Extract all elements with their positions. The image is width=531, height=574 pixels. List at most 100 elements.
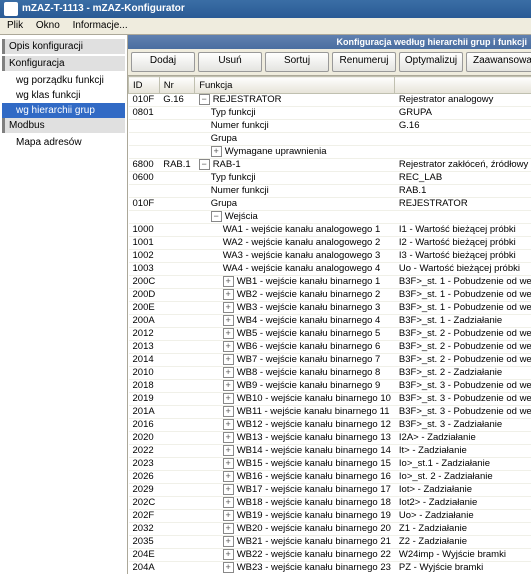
sidebar-item-mapa[interactable]: Mapa adresów [2,135,125,150]
grid-row[interactable]: 200C+WB1 - wejście kanału binarnego 1B3F… [129,276,531,289]
cell-id: 204E [129,549,160,562]
sidebar-head-opis[interactable]: Opis konfiguracji [2,39,125,54]
grid-row[interactable]: Numer funkcjiG.16 [129,120,531,133]
sidebar-head-modbus[interactable]: Modbus [2,118,125,133]
grid-row[interactable]: 1003WA4 - wejście kanału analogowego 4Uo… [129,263,531,276]
expand-icon[interactable]: + [223,367,234,378]
expand-icon[interactable]: + [223,406,234,417]
expand-icon[interactable]: + [223,497,234,508]
btn-optymalizuj[interactable]: Optymalizuj [399,52,463,72]
grid-row[interactable]: 2016+WB12 - wejście kanału binarnego 12B… [129,419,531,432]
expand-icon[interactable]: + [223,380,234,391]
grid-row[interactable]: 1001WA2 - wejście kanału analogowego 2I2… [129,237,531,250]
grid-row[interactable]: 2018+WB9 - wejście kanału binarnego 9B3F… [129,380,531,393]
btn-usun[interactable]: Usuń [198,52,262,72]
grid-row[interactable]: 200D+WB2 - wejście kanału binarnego 2B3F… [129,289,531,302]
col-header-id[interactable]: ID [129,77,160,94]
cell-id: 2023 [129,458,160,471]
grid-row[interactable]: 200A+WB4 - wejście kanału binarnego 4B3F… [129,315,531,328]
expand-icon[interactable]: + [223,523,234,534]
expand-icon[interactable]: + [223,549,234,560]
cell-funkcja-text: WB10 - wejście kanału binarnego 10 [237,393,391,404]
btn-renumeruj[interactable]: Renumeruj [332,52,396,72]
grid-row[interactable]: 2019+WB10 - wejście kanału binarnego 10B… [129,393,531,406]
expand-icon[interactable]: + [223,302,234,313]
grid-row[interactable]: 2026+WB16 - wejście kanału binarnego 16I… [129,471,531,484]
menu-okno[interactable]: Okno [31,18,65,34]
cell-funkcja: +WB9 - wejście kanału binarnego 9 [195,380,395,393]
expand-icon[interactable]: + [223,393,234,404]
expand-icon[interactable]: + [223,276,234,287]
grid-row[interactable]: 2032+WB20 - wejście kanału binarnego 20Z… [129,523,531,536]
tree-grid[interactable]: ID Nr Funkcja 010FG.16−REJESTRATORRejest… [128,76,531,574]
grid-row[interactable]: 2022+WB14 - wejście kanału binarnego 14I… [129,445,531,458]
cell-extra: I1 - Wartość bieżącej próbki [395,224,531,237]
cell-funkcja-text: WB13 - wejście kanału binarnego 13 [237,432,391,443]
sidebar-item-klas[interactable]: wg klas funkcji [2,88,125,103]
grid-row[interactable]: 202F+WB19 - wejście kanału binarnego 19U… [129,510,531,523]
grid-row[interactable]: 2012+WB5 - wejście kanału binarnego 5B3F… [129,328,531,341]
cell-id [129,120,160,133]
expand-icon[interactable]: + [223,354,234,365]
grid-row[interactable]: 201A+WB11 - wejście kanału binarnego 11B… [129,406,531,419]
cell-nr [159,406,194,419]
col-header-funkcja[interactable]: Funkcja [195,77,395,94]
expand-icon[interactable]: + [223,419,234,430]
grid-row[interactable]: 010FG.16−REJESTRATORRejestrator analogow… [129,94,531,107]
cell-extra: B3F>_st. 3 - Pobudzenie od wejścia 1 [395,380,531,393]
btn-sortuj[interactable]: Sortuj [265,52,329,72]
expand-icon[interactable]: + [223,328,234,339]
grid-row[interactable]: 6800RAB.1−RAB-1Rejestrator zakłóceń, źró… [129,159,531,172]
btn-zaawansowane[interactable]: Zaawansowane [466,52,531,72]
expand-icon[interactable]: + [223,432,234,443]
grid-row[interactable]: 0801Typ funkcjiGRUPA [129,107,531,120]
grid-row[interactable]: 200E+WB3 - wejście kanału binarnego 3B3F… [129,302,531,315]
collapse-icon[interactable]: − [199,159,210,170]
expand-icon[interactable]: + [223,289,234,300]
btn-dodaj[interactable]: Dodaj [131,52,195,72]
col-header-extra[interactable] [395,77,531,94]
sidebar-item-hierarchii[interactable]: wg hierarchii grup [2,103,125,118]
expand-icon[interactable]: + [223,471,234,482]
grid-row[interactable]: −Wejścia [129,211,531,224]
grid-row[interactable]: 204A+WB23 - wejście kanału binarnego 23P… [129,562,531,574]
collapse-icon[interactable]: − [199,94,210,105]
collapse-icon[interactable]: − [211,211,222,222]
menu-plik[interactable]: Plik [2,18,28,34]
expand-icon[interactable]: + [223,341,234,352]
col-header-nr[interactable]: Nr [159,77,194,94]
grid-row[interactable]: +Wymagane uprawnienia [129,146,531,159]
grid-row[interactable]: 2023+WB15 - wejście kanału binarnego 15I… [129,458,531,471]
expand-icon[interactable]: + [223,510,234,521]
grid-row[interactable]: 2014+WB7 - wejście kanału binarnego 7B3F… [129,354,531,367]
cell-extra: B3F>_st. 2 - Zadziałanie [395,367,531,380]
grid-row[interactable]: Grupa [129,133,531,146]
grid-row[interactable]: 1000WA1 - wejście kanału analogowego 1I1… [129,224,531,237]
expand-icon[interactable]: + [223,315,234,326]
sidebar-head-konfig[interactable]: Konfiguracja [2,56,125,71]
cell-id: 200E [129,302,160,315]
expand-icon[interactable]: + [223,536,234,547]
grid-row[interactable]: 2029+WB17 - wejście kanału binarnego 17I… [129,484,531,497]
menu-informacje[interactable]: Informacje... [68,18,133,34]
grid-row[interactable]: 2013+WB6 - wejście kanału binarnego 6B3F… [129,341,531,354]
expand-icon[interactable]: + [223,458,234,469]
grid-row[interactable]: 204E+WB22 - wejście kanału binarnego 22W… [129,549,531,562]
expand-icon[interactable]: + [211,146,222,157]
grid-row[interactable]: 010FGrupaREJESTRATOR [129,198,531,211]
expand-icon[interactable]: + [223,484,234,495]
grid-row[interactable]: 0600Typ funkcjiREC_LAB [129,172,531,185]
sidebar-item-porzadek[interactable]: wg porządku funkcji [2,73,125,88]
grid-row[interactable]: 2035+WB21 - wejście kanału binarnego 21Z… [129,536,531,549]
grid-row[interactable]: 1002WA3 - wejście kanału analogowego 3I3… [129,250,531,263]
grid-row[interactable]: 2020+WB13 - wejście kanału binarnego 13I… [129,432,531,445]
grid-row[interactable]: 202C+WB18 - wejście kanału binarnego 18I… [129,497,531,510]
cell-id: 2020 [129,432,160,445]
cell-id [129,185,160,198]
cell-funkcja-text: WB14 - wejście kanału binarnego 14 [237,445,391,456]
expand-icon[interactable]: + [223,562,234,573]
grid-row[interactable]: Numer funkcjiRAB.1 [129,185,531,198]
grid-row[interactable]: 2010+WB8 - wejście kanału binarnego 8B3F… [129,367,531,380]
app-icon [4,2,18,16]
expand-icon[interactable]: + [223,445,234,456]
